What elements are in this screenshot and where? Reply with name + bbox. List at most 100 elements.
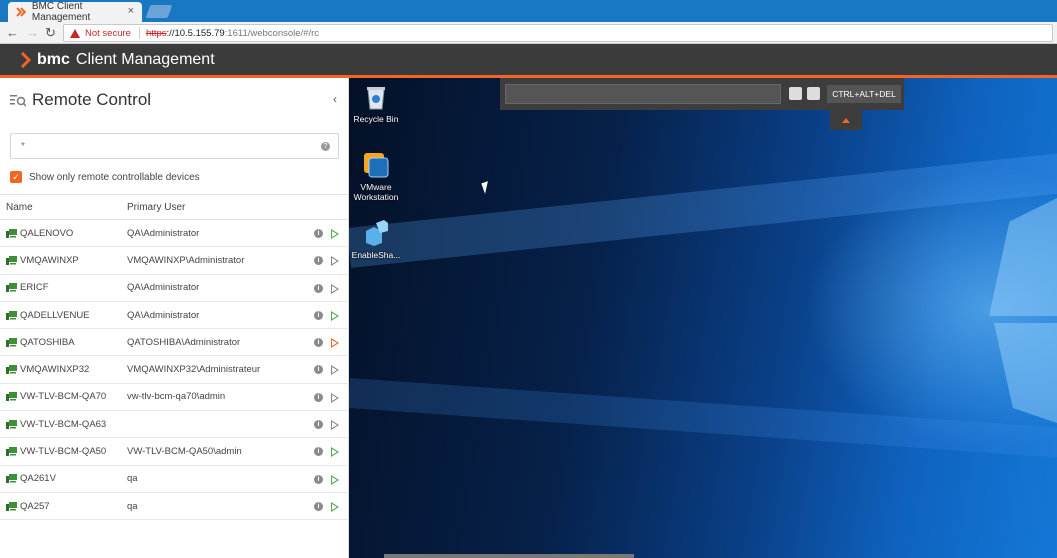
new-tab-button[interactable]: [145, 5, 173, 18]
info-icon[interactable]: i: [314, 229, 323, 238]
start-remote-control-icon[interactable]: [331, 474, 339, 485]
info-icon[interactable]: i: [314, 501, 323, 511]
url-scheme: https: [145, 27, 167, 39]
device-name: VW-TLV-BCM-QA63: [20, 418, 107, 430]
table-row[interactable]: QALENOVO QA\Administrator i: [0, 220, 349, 248]
start-remote-control-icon[interactable]: [331, 447, 339, 458]
tab-close-icon[interactable]: ×: [128, 5, 134, 17]
primary-user: VW-TLV-BCM-QA50\admin: [127, 446, 242, 458]
url-path: :1611/webconsole/#/rc: [224, 27, 320, 39]
device-name: VW-TLV-BCM-QA50: [20, 446, 107, 458]
remote-desktop-view[interactable]: CTRL+ALT+DEL Recycle Bin VMware Workstat…: [349, 78, 1057, 558]
bmc-favicon-icon: [16, 7, 26, 17]
start-remote-control-icon[interactable]: [331, 365, 339, 376]
computer-icon: [6, 365, 17, 375]
wallpaper-window-pane: [989, 198, 1057, 316]
info-icon[interactable]: i: [314, 256, 323, 266]
device-name: QALENOVO: [20, 227, 74, 239]
mouse-cursor-icon: [481, 181, 492, 194]
table-row[interactable]: VW-TLV-BCM-QA50 VW-TLV-BCM-QA50\admin i: [0, 438, 349, 466]
horizontal-scrollbar[interactable]: [384, 554, 634, 558]
desktop-icon-recycle-bin[interactable]: Recycle Bin: [350, 83, 402, 124]
desktop-icon-label: VMware Workstation: [353, 182, 399, 202]
app-header: bmc Client Management: [0, 44, 1057, 78]
checkbox-checked-icon[interactable]: ✓: [10, 171, 22, 183]
table-row[interactable]: QATOSHIBA QATOSHIBA\Administrator i: [0, 329, 349, 357]
start-remote-control-icon[interactable]: [331, 338, 339, 349]
table-row[interactable]: ERICF QA\Administrator i: [0, 275, 349, 302]
table-row[interactable]: VW-TLV-BCM-QA70 vw-tlv-bcm-qa70\admin i: [0, 384, 349, 412]
send-clipboard-icon[interactable]: [789, 87, 802, 100]
column-header-name[interactable]: Name: [0, 202, 127, 213]
device-name-cell: QA257: [0, 501, 127, 512]
info-icon[interactable]: i: [314, 420, 323, 430]
browser-tab[interactable]: BMC Client Management ×: [8, 1, 142, 23]
start-remote-control-icon[interactable]: [331, 283, 339, 294]
remote-text-input[interactable]: [505, 84, 781, 104]
tab-title: BMC Client Management: [31, 1, 91, 23]
reload-icon[interactable]: ↻: [45, 25, 56, 41]
security-label[interactable]: Not secure: [85, 28, 131, 39]
info-icon[interactable]: i: [314, 392, 323, 402]
device-name: VMQAWINXP32: [20, 364, 90, 376]
device-name: QADELLVENUE: [20, 309, 90, 321]
primary-user: qa: [127, 473, 138, 485]
primary-user: QA\Administrator: [127, 227, 200, 239]
recycle-bin-icon: [362, 83, 390, 111]
primary-user: QA\Administrator: [127, 282, 200, 294]
device-name-cell: VW-TLV-BCM-QA50: [0, 446, 127, 457]
table-row[interactable]: QADELLVENUE QA\Administrator i: [0, 302, 349, 330]
divider: [138, 27, 140, 39]
start-remote-control-icon[interactable]: [331, 501, 339, 512]
start-remote-control-icon[interactable]: [331, 392, 339, 403]
ctrl-alt-del-button[interactable]: CTRL+ALT+DEL: [827, 85, 901, 103]
primary-user: QATOSHIBA\Administrator: [127, 336, 241, 348]
computer-icon: [6, 337, 17, 347]
start-remote-control-icon[interactable]: [331, 310, 339, 321]
table-row[interactable]: QA261V qa i: [0, 466, 349, 493]
bmc-logo-icon: [20, 51, 32, 68]
info-icon[interactable]: i: [314, 365, 323, 375]
column-header-primary-user[interactable]: Primary User: [127, 202, 185, 213]
info-icon[interactable]: i: [314, 474, 323, 484]
desktop-icon-enable-share[interactable]: EnableSha...: [350, 219, 402, 260]
desktop-icon-vmware[interactable]: VMware Workstation: [350, 151, 402, 202]
screenshot-icon[interactable]: [807, 87, 820, 100]
help-icon[interactable]: ?: [321, 142, 330, 151]
table-row[interactable]: QA257 qa i: [0, 493, 349, 521]
start-remote-control-icon[interactable]: [331, 229, 339, 239]
device-name: QA261V: [20, 473, 56, 485]
info-icon[interactable]: i: [314, 338, 323, 348]
collapse-panel-button[interactable]: ‹: [333, 92, 337, 106]
computer-icon: [6, 283, 17, 293]
info-icon[interactable]: i: [314, 310, 323, 320]
device-name: QA257: [20, 500, 50, 512]
computer-icon: [6, 310, 17, 320]
device-name-cell: QALENOVO: [0, 228, 127, 239]
panel-header: Remote Control: [10, 90, 151, 110]
forward-icon[interactable]: →: [26, 25, 39, 40]
table-row[interactable]: VW-TLV-BCM-QA63 i: [0, 411, 349, 439]
device-name-cell: VW-TLV-BCM-QA63: [0, 419, 127, 430]
remote-control-toolbar: CTRL+ALT+DEL: [500, 78, 904, 110]
url-host: ://10.5.155.79: [166, 27, 225, 39]
wallpaper-window-pane: [994, 323, 1057, 423]
device-search-input[interactable]: [10, 133, 339, 159]
start-remote-control-icon[interactable]: [331, 256, 339, 267]
table-row[interactable]: VMQAWINXP32 VMQAWINXP32\Administrateur i: [0, 356, 349, 384]
primary-user: QA\Administrator: [127, 309, 200, 321]
device-name: VW-TLV-BCM-QA70: [20, 391, 107, 403]
vmware-icon: [362, 151, 390, 179]
remote-controllable-filter[interactable]: ✓ Show only remote controllable devices: [10, 171, 200, 183]
start-remote-control-icon[interactable]: [331, 420, 339, 431]
wallpaper-beam: [349, 152, 1057, 268]
toolbar-toggle-button[interactable]: [830, 110, 862, 130]
panel-title: Remote Control: [32, 90, 152, 109]
back-icon[interactable]: ←: [6, 25, 19, 40]
url-field[interactable]: Not secure https ://10.5.155.79 :1611/we…: [63, 24, 1053, 42]
remote-control-panel: Remote Control ‹ ? ✓ Show only remote co…: [0, 78, 349, 558]
computer-icon: [6, 447, 17, 457]
info-icon[interactable]: i: [314, 283, 323, 293]
info-icon[interactable]: i: [314, 447, 323, 457]
table-row[interactable]: VMQAWINXP VMQAWINXP\Administrator i: [0, 247, 349, 275]
